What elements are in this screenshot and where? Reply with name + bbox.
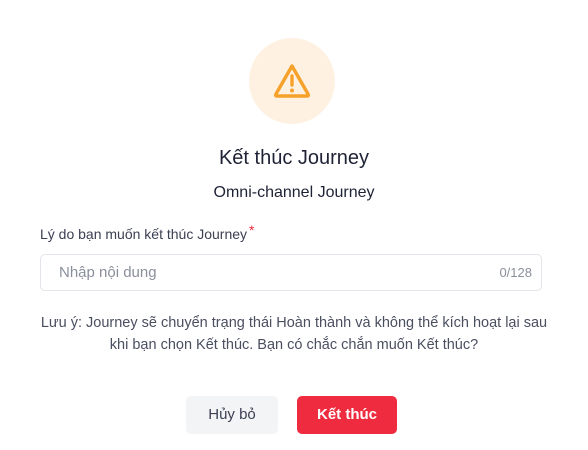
cancel-button[interactable]: Hủy bỏ <box>186 396 278 434</box>
character-counter: 0/128 <box>499 265 532 280</box>
reason-input-container: 0/128 <box>40 254 542 291</box>
reason-field-label: Lý do bạn muốn kết thúc Journey * <box>40 222 255 244</box>
reason-input[interactable] <box>59 255 479 290</box>
warning-note: Lưu ý: Journey sẽ chuyển trạng thái Hoàn… <box>40 315 548 353</box>
warning-triangle-icon <box>273 64 311 98</box>
end-journey-dialog: Kết thúc Journey Omni-channel Journey Lý… <box>0 0 588 450</box>
required-asterisk: * <box>249 222 255 238</box>
journey-name: Omni-channel Journey <box>213 184 375 201</box>
reason-label-text: Lý do bạn muốn kết thúc Journey <box>40 226 248 242</box>
end-journey-button[interactable]: Kết thúc <box>297 396 397 434</box>
warning-icon-badge <box>249 38 335 124</box>
dialog-title: Kết thúc Journey <box>218 147 370 169</box>
